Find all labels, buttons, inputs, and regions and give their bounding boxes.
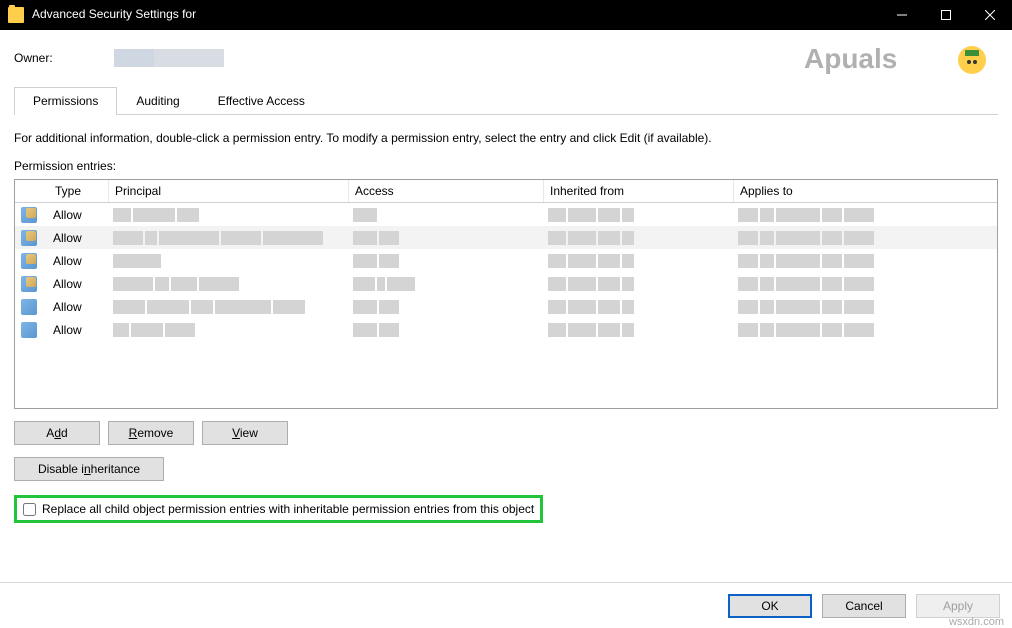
- col-type[interactable]: Type: [49, 180, 109, 202]
- close-button[interactable]: [968, 0, 1012, 30]
- appuals-logo: Apuals: [804, 38, 990, 85]
- group-icon: [21, 230, 37, 246]
- replace-child-highlight: Replace all child object permission entr…: [14, 495, 543, 523]
- maximize-button[interactable]: [924, 0, 968, 30]
- disable-inheritance-button[interactable]: Disable inheritance: [14, 457, 164, 481]
- group-icon: [21, 253, 37, 269]
- tab-auditing[interactable]: Auditing: [117, 86, 198, 114]
- table-row[interactable]: Allow: [15, 249, 997, 272]
- info-text: For additional information, double-click…: [14, 131, 998, 145]
- permission-entries-label: Permission entries:: [14, 159, 998, 173]
- tab-permissions[interactable]: Permissions: [14, 87, 117, 115]
- redacted-name: [200, 7, 236, 23]
- minimize-button[interactable]: [880, 0, 924, 30]
- window-title: Advanced Security Settings for: [32, 7, 236, 23]
- remove-button[interactable]: Remove: [108, 421, 194, 445]
- window-controls: [880, 0, 1012, 30]
- folder-icon: [8, 7, 24, 23]
- permissions-grid[interactable]: Type Principal Access Inherited from App…: [14, 179, 998, 409]
- object-icon: [21, 322, 37, 338]
- col-inherited[interactable]: Inherited from: [544, 180, 734, 202]
- svg-text:Apuals: Apuals: [804, 43, 897, 74]
- replace-child-checkbox[interactable]: [23, 503, 36, 516]
- group-icon: [21, 207, 37, 223]
- table-row[interactable]: Allow: [15, 295, 997, 318]
- table-row[interactable]: Allow: [15, 203, 997, 226]
- apply-button: Apply: [916, 594, 1000, 618]
- group-icon: [21, 276, 37, 292]
- owner-value-redacted: [114, 49, 224, 67]
- grid-body: Allow Allow Allow: [15, 203, 997, 341]
- tab-bar: Permissions Auditing Effective Access: [14, 86, 998, 115]
- table-row[interactable]: Allow: [15, 272, 997, 295]
- view-button[interactable]: View: [202, 421, 288, 445]
- row-type: Allow: [49, 277, 109, 291]
- grid-header: Type Principal Access Inherited from App…: [15, 180, 997, 203]
- col-applies[interactable]: Applies to: [734, 180, 997, 202]
- cancel-button[interactable]: Cancel: [822, 594, 906, 618]
- watermark: wsxdn.com: [949, 616, 1004, 628]
- dialog-footer: OK Cancel Apply: [0, 582, 1012, 628]
- titlebar: Advanced Security Settings for: [0, 0, 1012, 30]
- table-row[interactable]: Allow: [15, 318, 997, 341]
- row-type: Allow: [49, 323, 109, 337]
- table-row[interactable]: Allow: [15, 226, 997, 249]
- row-type: Allow: [49, 254, 109, 268]
- row-type: Allow: [49, 300, 109, 314]
- replace-child-label[interactable]: Replace all child object permission entr…: [42, 502, 534, 516]
- owner-label: Owner:: [14, 51, 114, 65]
- col-principal[interactable]: Principal: [109, 180, 349, 202]
- ok-button[interactable]: OK: [728, 594, 812, 618]
- row-type: Allow: [49, 231, 109, 245]
- tab-effective-access[interactable]: Effective Access: [199, 86, 324, 114]
- add-button[interactable]: Add: [14, 421, 100, 445]
- col-access[interactable]: Access: [349, 180, 544, 202]
- object-icon: [21, 299, 37, 315]
- row-type: Allow: [49, 208, 109, 222]
